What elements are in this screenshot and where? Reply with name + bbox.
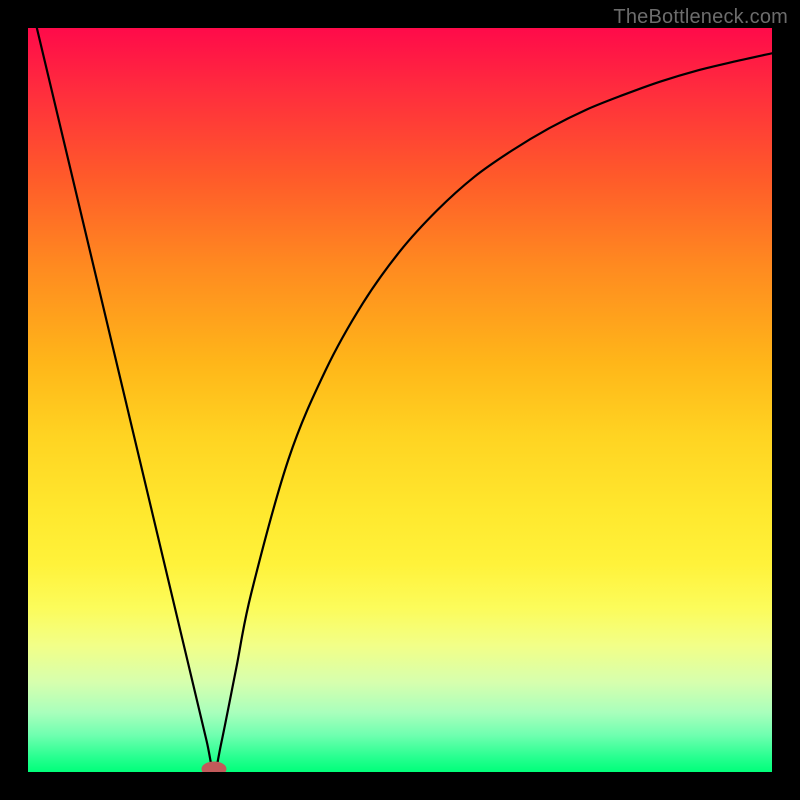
watermark-text: TheBottleneck.com [613, 6, 788, 29]
chart-container: TheBottleneck.com [0, 0, 800, 800]
bottleneck-curve [28, 28, 772, 772]
min-marker [202, 762, 226, 772]
curve-svg [28, 28, 772, 772]
plot-area [28, 28, 772, 772]
